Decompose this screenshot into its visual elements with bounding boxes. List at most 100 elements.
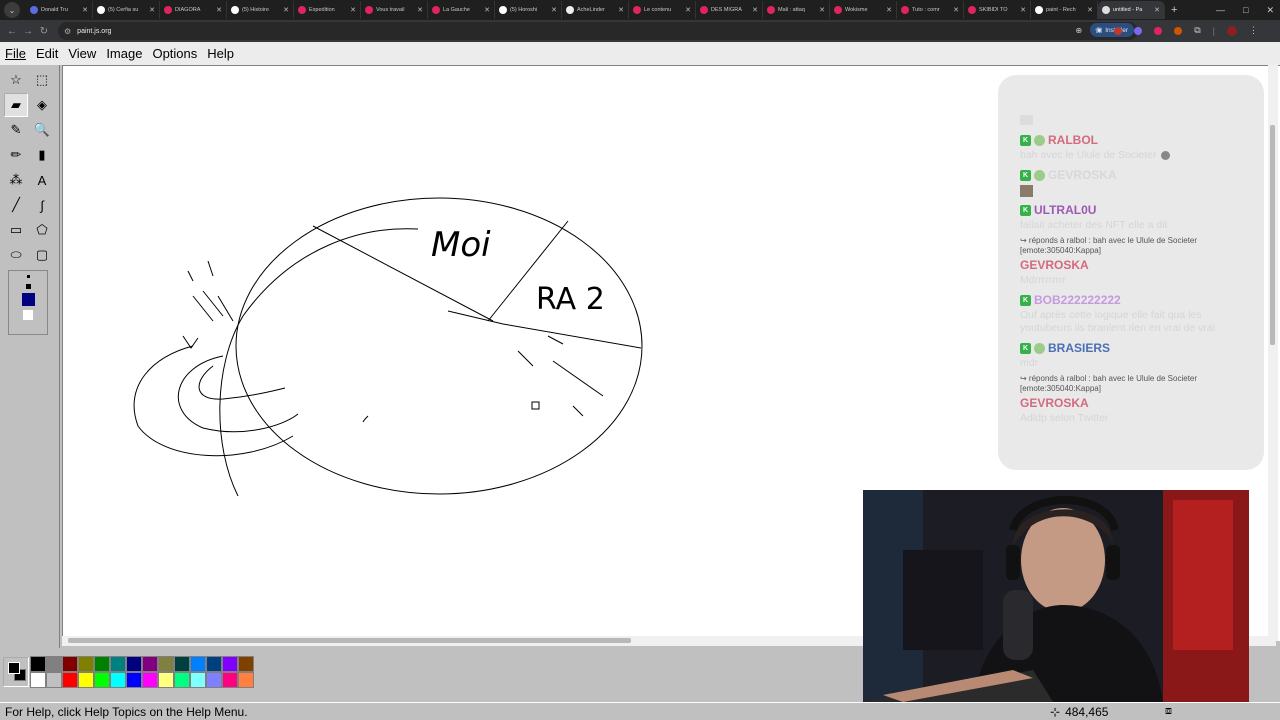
tab-close-icon[interactable]: ✕ xyxy=(886,6,892,14)
browser-tab[interactable]: Vous travail ✕ xyxy=(361,1,428,19)
eraser-size-1[interactable] xyxy=(26,275,30,278)
pencil-tool[interactable]: ✏ xyxy=(4,143,28,167)
menu-file[interactable]: File xyxy=(5,46,26,61)
browser-tab[interactable]: DIAGORA ✕ xyxy=(160,1,227,19)
minimize-icon[interactable]: — xyxy=(1216,5,1225,15)
palette-swatch[interactable] xyxy=(206,672,222,688)
tab-close-icon[interactable]: ✕ xyxy=(1087,6,1093,14)
text-tool[interactable]: A xyxy=(30,168,54,192)
palette-swatch[interactable] xyxy=(110,672,126,688)
palette-swatch[interactable] xyxy=(30,672,46,688)
palette-swatch[interactable] xyxy=(126,656,142,672)
palette-swatch[interactable] xyxy=(126,672,142,688)
free-form-select-tool[interactable]: ☆ xyxy=(4,68,28,92)
browser-tab[interactable]: (5) Histoire ✕ xyxy=(227,1,294,19)
profile-avatar[interactable] xyxy=(1227,25,1237,36)
browser-tab[interactable]: untitled - Pa ✕ xyxy=(1098,1,1165,19)
chat-username[interactable]: GEVROSKA xyxy=(1048,168,1117,182)
tab-close-icon[interactable]: ✕ xyxy=(752,6,758,14)
chat-username[interactable]: GEVROSKA xyxy=(1020,396,1089,410)
fill-bucket-tool[interactable]: ◈ xyxy=(30,93,54,117)
brush-tool[interactable]: ▮ xyxy=(30,143,54,167)
menu-view[interactable]: View xyxy=(68,46,96,61)
extension-orange-icon[interactable] xyxy=(1174,26,1183,35)
foreground-color-swatch[interactable] xyxy=(8,662,20,674)
url-field[interactable]: ⚙ paint.js.org ▣ Installer xyxy=(58,22,1138,40)
palette-swatch[interactable] xyxy=(62,656,78,672)
palette-swatch[interactable] xyxy=(238,672,254,688)
palette-swatch[interactable] xyxy=(158,672,174,688)
extension-purple-icon[interactable] xyxy=(1134,26,1143,35)
tab-close-icon[interactable]: ✕ xyxy=(1154,6,1160,14)
tab-close-icon[interactable]: ✕ xyxy=(149,6,155,14)
eraser-size-3[interactable] xyxy=(21,293,35,306)
tab-close-icon[interactable]: ✕ xyxy=(618,6,624,14)
palette-swatch[interactable] xyxy=(174,656,190,672)
color-picker-tool[interactable]: ✎ xyxy=(4,118,28,142)
line-tool[interactable]: ╱ xyxy=(4,193,28,217)
tab-close-icon[interactable]: ✕ xyxy=(551,6,557,14)
menu-help[interactable]: Help xyxy=(207,46,234,61)
palette-swatch[interactable] xyxy=(30,656,46,672)
palette-swatch[interactable] xyxy=(142,656,158,672)
browser-tab[interactable]: paint - Rech ✕ xyxy=(1031,1,1098,19)
tab-close-icon[interactable]: ✕ xyxy=(216,6,222,14)
chat-username[interactable]: GEVROSKA xyxy=(1020,258,1089,272)
browser-tab[interactable]: Expedition ✕ xyxy=(294,1,361,19)
back-icon[interactable]: ← xyxy=(4,26,20,37)
airbrush-tool[interactable]: ⁂ xyxy=(4,168,28,192)
palette-swatch[interactable] xyxy=(190,656,206,672)
browser-tab[interactable]: La Gauche ✕ xyxy=(428,1,495,19)
browser-tab[interactable]: DES MIGRA ✕ xyxy=(696,1,763,19)
tab-close-icon[interactable]: ✕ xyxy=(819,6,825,14)
chat-username[interactable]: ULTRAL0U xyxy=(1034,203,1096,217)
browser-tab[interactable]: (5) Cerfia su ✕ xyxy=(93,1,160,19)
palette-swatch[interactable] xyxy=(174,672,190,688)
tab-close-icon[interactable]: ✕ xyxy=(685,6,691,14)
current-colors[interactable] xyxy=(3,657,29,687)
tab-close-icon[interactable]: ✕ xyxy=(82,6,88,14)
palette-swatch[interactable] xyxy=(190,672,206,688)
menu-options[interactable]: Options xyxy=(152,46,197,61)
palette-swatch[interactable] xyxy=(94,672,110,688)
palette-swatch[interactable] xyxy=(62,672,78,688)
palette-swatch[interactable] xyxy=(46,656,62,672)
extension-pink-icon[interactable] xyxy=(1154,26,1163,35)
tab-close-icon[interactable]: ✕ xyxy=(417,6,423,14)
browser-tab[interactable]: Donald Tru ✕ xyxy=(26,1,93,19)
tab-search-icon[interactable]: ⌄ xyxy=(4,2,20,18)
forward-icon[interactable]: → xyxy=(20,26,36,37)
eraser-size-2[interactable] xyxy=(25,284,31,289)
browser-tab[interactable]: AcheLinder ✕ xyxy=(562,1,629,19)
palette-swatch[interactable] xyxy=(78,656,94,672)
palette-swatch[interactable] xyxy=(206,656,222,672)
chat-username[interactable]: BOB222222222 xyxy=(1034,293,1121,307)
tab-close-icon[interactable]: ✕ xyxy=(283,6,289,14)
palette-swatch[interactable] xyxy=(158,656,174,672)
horizontal-scroll-thumb[interactable] xyxy=(68,638,631,643)
browser-tab[interactable]: SKIBIDI TO ✕ xyxy=(964,1,1031,19)
rectangle-tool[interactable]: ▭ xyxy=(4,218,28,242)
reload-icon[interactable]: ↻ xyxy=(36,26,52,37)
menu-edit[interactable]: Edit xyxy=(36,46,58,61)
tab-close-icon[interactable]: ✕ xyxy=(484,6,490,14)
palette-swatch[interactable] xyxy=(222,656,238,672)
bookmark-star-icon[interactable]: ☆ xyxy=(1094,25,1102,36)
browser-tab[interactable]: Le contenu ✕ xyxy=(629,1,696,19)
palette-swatch[interactable] xyxy=(142,672,158,688)
chat-username[interactable]: BRASIERS xyxy=(1048,341,1110,355)
browser-tab[interactable]: Mali : attaq ✕ xyxy=(763,1,830,19)
browser-tab[interactable]: (5) Horoshi ✕ xyxy=(495,1,562,19)
new-tab-button[interactable]: + xyxy=(1171,4,1177,16)
zoom-icon[interactable]: ⊕ xyxy=(1075,26,1082,35)
polygon-tool[interactable]: ⬠ xyxy=(30,218,54,242)
browser-menu-icon[interactable]: ⋮ xyxy=(1249,25,1258,36)
palette-swatch[interactable] xyxy=(238,656,254,672)
palette-swatch[interactable] xyxy=(46,672,62,688)
palette-swatch[interactable] xyxy=(78,672,94,688)
palette-swatch[interactable] xyxy=(222,672,238,688)
site-info-icon[interactable]: ⚙ xyxy=(64,27,71,36)
extensions-puzzle-icon[interactable]: ⧉ xyxy=(1194,25,1200,36)
eraser-size-4[interactable] xyxy=(23,310,33,320)
extension-red-icon[interactable] xyxy=(1114,26,1123,35)
